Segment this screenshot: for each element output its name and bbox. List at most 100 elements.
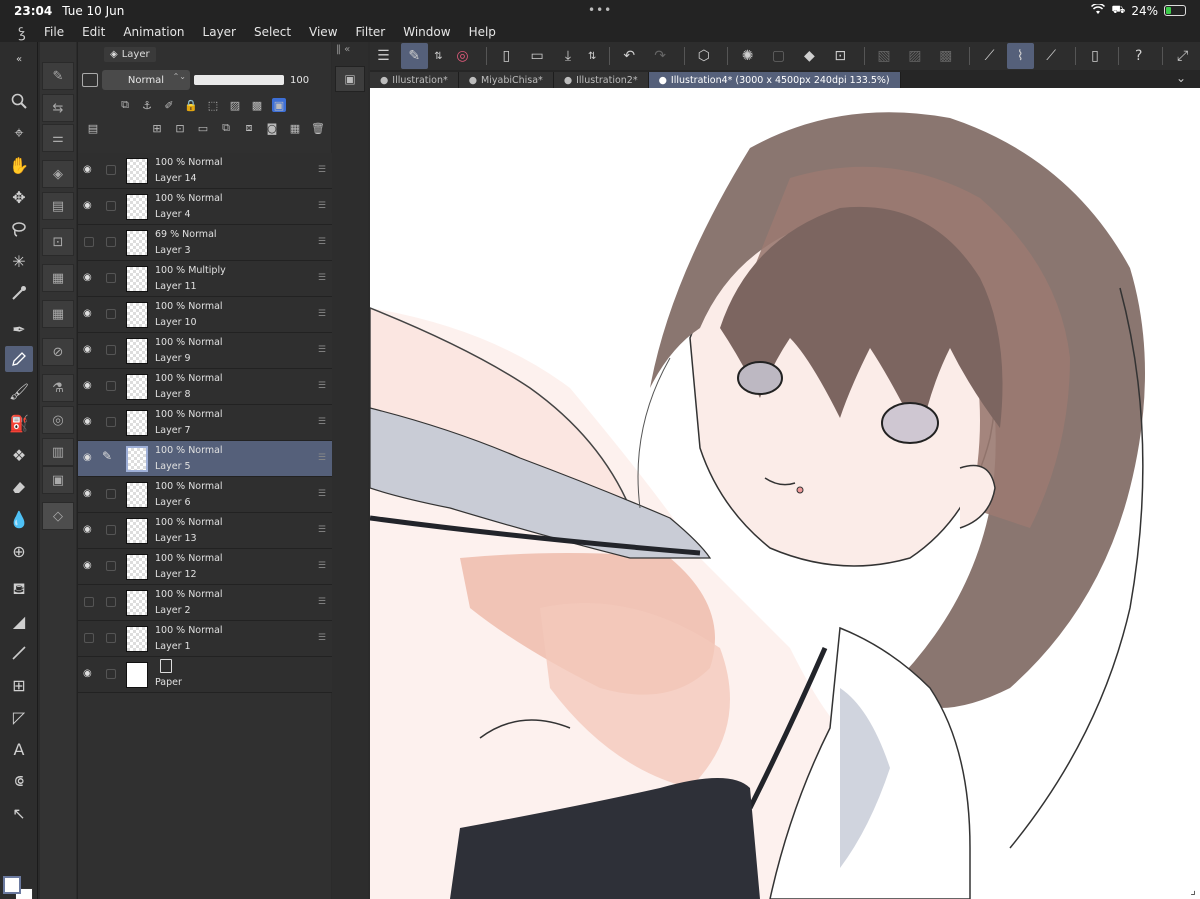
save-icon[interactable]: ⤓ bbox=[555, 43, 582, 69]
redo-icon[interactable]: ↷ bbox=[647, 43, 674, 69]
eye-icon[interactable]: ◉ bbox=[83, 200, 95, 212]
ruler-snap-icon[interactable]: ⟋ bbox=[1038, 43, 1065, 69]
layer-row[interactable]: 100 % Normal Layer 1 ☰ bbox=[78, 621, 332, 657]
hand-tool-icon[interactable]: ✋ bbox=[5, 152, 33, 178]
doc-tab[interactable]: ● Illustration2* bbox=[553, 72, 649, 88]
eye-icon[interactable]: ◉ bbox=[83, 380, 95, 392]
layer-select-checkbox[interactable] bbox=[106, 309, 116, 319]
ruler-tool-icon[interactable]: ◸ bbox=[5, 704, 33, 730]
reference-layer-icon[interactable]: ⚓ bbox=[140, 98, 154, 112]
layer-row[interactable]: ◉ 100 % Normal Layer 12 ☰ bbox=[78, 549, 332, 585]
layer-select-checkbox[interactable] bbox=[106, 633, 116, 643]
eye-icon[interactable]: ◉ bbox=[83, 416, 95, 428]
new-raster-layer-icon[interactable]: ⊞ bbox=[150, 121, 164, 135]
clear-icon[interactable]: ⬡ bbox=[690, 43, 717, 69]
layer-row[interactable]: ◉ 100 % Normal Layer 13 ☰ bbox=[78, 513, 332, 549]
stepper-icon[interactable]: ⇅ bbox=[585, 43, 598, 69]
vector-snap-icon[interactable]: ⟋ bbox=[976, 43, 1003, 69]
sub-tool-icon-13[interactable]: ▣ bbox=[42, 466, 74, 494]
hidden-visibility-checkbox[interactable] bbox=[84, 597, 94, 607]
select-all-icon[interactable]: ✺ bbox=[734, 43, 761, 69]
drag-handle-icon[interactable]: ☰ bbox=[318, 597, 326, 607]
eye-icon[interactable]: ◉ bbox=[83, 524, 95, 536]
layer-select-checkbox[interactable] bbox=[106, 669, 116, 679]
drawing-canvas[interactable]: ⌟ bbox=[370, 88, 1200, 899]
doc-tab[interactable]: ● Illustration* bbox=[370, 72, 459, 88]
layer-select-checkbox[interactable] bbox=[106, 381, 116, 391]
balloon-tool-icon[interactable]: ⟃ bbox=[5, 768, 33, 794]
transfer-down-icon[interactable]: ⧉ bbox=[219, 121, 233, 135]
crop-icon[interactable]: ⊡ bbox=[827, 43, 854, 69]
drag-handle-icon[interactable]: ☰ bbox=[318, 453, 326, 463]
edit-mode-icon[interactable]: ✎ bbox=[400, 43, 428, 69]
eye-icon[interactable]: ◉ bbox=[83, 344, 95, 356]
delete-layer-icon[interactable]: 🗑 bbox=[311, 121, 325, 135]
layer-row[interactable]: 69 % Normal Layer 3 ☰ bbox=[78, 225, 332, 261]
drag-handle-icon[interactable]: ☰ bbox=[318, 345, 326, 355]
doc-tab-active[interactable]: ● Illustration4* (3000 x 4500px 240dpi 1… bbox=[648, 72, 901, 88]
layer-select-checkbox[interactable] bbox=[106, 273, 116, 283]
stepper-icon[interactable]: ⇅ bbox=[432, 43, 445, 69]
chevron-down-icon[interactable]: ⌄ bbox=[1176, 71, 1186, 85]
sub-tool-icon-1[interactable]: ✎ bbox=[42, 62, 74, 90]
drag-handle-icon[interactable]: ☰ bbox=[318, 381, 326, 391]
mask-icon[interactable]: ◙ bbox=[265, 121, 279, 135]
sub-tool-icon-2[interactable]: ⇆ bbox=[42, 94, 74, 122]
rotate-icon[interactable]: ▩ bbox=[932, 43, 959, 69]
new-vector-layer-icon[interactable]: ⊡ bbox=[173, 121, 187, 135]
drag-handle-icon[interactable]: ☰ bbox=[318, 165, 326, 175]
decoration-tool-icon[interactable]: ❖ bbox=[5, 442, 33, 468]
pen-tool-icon[interactable]: ✒ bbox=[5, 316, 33, 342]
fill-tool-icon[interactable]: ⛾ bbox=[5, 576, 33, 602]
mask-enable-icon[interactable]: ▨ bbox=[228, 98, 242, 112]
menu-edit[interactable]: Edit bbox=[82, 25, 105, 39]
menu-help[interactable]: Help bbox=[469, 25, 496, 39]
move-tool-icon[interactable]: ✥ bbox=[5, 184, 33, 210]
drag-handle-icon[interactable]: ☰ bbox=[318, 561, 326, 571]
navigator-icon[interactable]: ▣ bbox=[335, 66, 365, 92]
hidden-visibility-checkbox[interactable] bbox=[84, 237, 94, 247]
pencil-tool-icon[interactable] bbox=[5, 346, 33, 372]
correct-line-tool-icon[interactable]: ↖ bbox=[5, 800, 33, 826]
layer-row[interactable]: ◉ 100 % Normal Layer 6 ☰ bbox=[78, 477, 332, 513]
line-tool-icon[interactable] bbox=[5, 640, 33, 666]
sub-tool-icon-12[interactable]: ▥ bbox=[42, 438, 74, 466]
companion-icon[interactable]: ◎ bbox=[449, 43, 476, 69]
layer-tab[interactable]: ◈ Layer bbox=[104, 46, 156, 62]
layer-select-checkbox[interactable] bbox=[106, 345, 116, 355]
new-file-icon[interactable]: ▯ bbox=[493, 43, 520, 69]
color-swatch[interactable] bbox=[3, 876, 33, 899]
undo-icon[interactable]: ↶ bbox=[616, 43, 643, 69]
open-file-icon[interactable]: ▭ bbox=[524, 43, 551, 69]
deselect-icon[interactable]: ▢ bbox=[765, 43, 792, 69]
layer-select-checkbox[interactable] bbox=[106, 597, 116, 607]
layer-select-checkbox[interactable] bbox=[106, 237, 116, 247]
layer-color-mode-icon[interactable]: ▣ bbox=[272, 98, 286, 112]
sub-tool-icon-9[interactable]: ⊘ bbox=[42, 338, 74, 366]
menu-view[interactable]: View bbox=[309, 25, 337, 39]
fullscreen-icon[interactable]: ⤢ bbox=[1169, 43, 1196, 69]
layer-select-checkbox[interactable] bbox=[106, 201, 116, 211]
layer-select-checkbox[interactable] bbox=[106, 561, 116, 571]
resize-handle-icon[interactable]: ⌟ bbox=[1190, 883, 1196, 897]
lock-icon[interactable]: 🔒 bbox=[184, 98, 198, 112]
zoom-tool-icon[interactable] bbox=[5, 88, 33, 114]
sub-tool-icon-10[interactable]: ⚗ bbox=[42, 374, 74, 402]
apply-mask-icon[interactable]: ▦ bbox=[288, 121, 302, 135]
eye-icon[interactable]: ◉ bbox=[83, 668, 95, 680]
menu-file[interactable]: File bbox=[44, 25, 64, 39]
layer-row[interactable]: ◉ 100 % Normal Layer 7 ☰ bbox=[78, 405, 332, 441]
layer-row[interactable]: ◉ 100 % Normal Layer 8 ☰ bbox=[78, 369, 332, 405]
drag-handle-icon[interactable]: ☰ bbox=[318, 489, 326, 499]
sub-tool-icon-3[interactable]: ⚌ bbox=[42, 124, 74, 152]
collapse-icon[interactable]: « bbox=[5, 46, 33, 72]
magic-wand-icon[interactable]: ✳ bbox=[5, 248, 33, 274]
hidden-visibility-checkbox[interactable] bbox=[84, 633, 94, 643]
draft-layer-icon[interactable]: ✐ bbox=[162, 98, 176, 112]
eye-icon[interactable]: ◉ bbox=[83, 560, 95, 572]
hamburger-menu-icon[interactable]: ☰ bbox=[370, 43, 397, 69]
drag-handle-icon[interactable]: ☰ bbox=[318, 201, 326, 211]
eye-icon[interactable]: ◉ bbox=[83, 164, 95, 176]
ruler-enable-icon[interactable]: ▩ bbox=[250, 98, 264, 112]
eye-icon[interactable]: ◉ bbox=[83, 452, 95, 464]
